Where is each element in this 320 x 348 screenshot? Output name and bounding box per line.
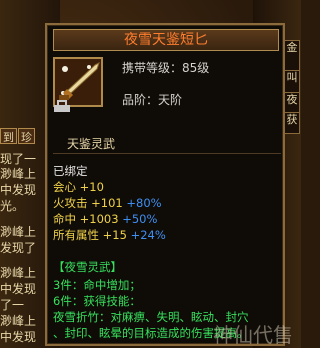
grade-value: 天阶 — [158, 93, 183, 107]
stat-base: +15 — [102, 228, 127, 242]
set-piece-3: 3件：命中增加； — [53, 277, 141, 293]
stat-row: 火攻击 +101 +80% — [53, 195, 162, 211]
right-tab-4[interactable]: 获 — [284, 112, 300, 134]
stat-row: 所有属性 +15 +24% — [53, 227, 166, 243]
stat-label: 所有属性 — [53, 228, 99, 242]
divider — [53, 153, 281, 154]
set-piece-effect: 获得技能： — [83, 294, 141, 308]
bg-line: 中发现 — [0, 282, 37, 296]
bg-line: 光。 — [0, 199, 25, 213]
set-piece-count: 3件： — [53, 278, 84, 292]
stat-bonus: +50% — [122, 212, 158, 226]
bg-line: 渺峰上 — [0, 266, 37, 280]
stat-bonus: +24% — [130, 228, 166, 242]
set-title: 天鉴灵武 — [67, 137, 116, 151]
bg-line: 发现了 — [0, 241, 37, 255]
right-tab-1[interactable]: 金 — [284, 40, 300, 72]
set-piece-count: 6件： — [53, 294, 84, 308]
bg-line: 渺峰上 — [0, 314, 37, 328]
stat-base: +1003 — [79, 212, 119, 226]
bound-lock-icon — [54, 100, 70, 112]
set-header: 【夜雪灵武】 — [53, 260, 122, 274]
bg-line: 中发现 — [0, 183, 37, 197]
grade-row: 品阶：天阶 — [122, 91, 182, 108]
set-piece-6: 6件：获得技能： — [53, 293, 141, 309]
item-title: 夜雪天鉴短匕 — [53, 29, 279, 51]
watermark-logo: 神仙代售 — [213, 323, 293, 347]
bg-line: 中发现 — [0, 330, 37, 344]
level-value: 85级 — [182, 61, 210, 75]
stat-base: +101 — [91, 196, 123, 210]
stat-row: 命中 +1003 +50% — [53, 211, 157, 227]
stat-label: 会心 — [53, 180, 76, 194]
stat-label: 命中 — [53, 212, 76, 226]
stat-bonus: +80% — [126, 196, 162, 210]
level-row: 携带等级：85级 — [122, 59, 209, 76]
set-piece-effect: 命中增加； — [83, 278, 141, 292]
left-tab-1[interactable]: 到 — [0, 128, 17, 144]
level-label: 携带等级： — [122, 61, 183, 75]
grade-label: 品阶： — [122, 93, 159, 107]
stat-base: +10 — [79, 180, 104, 194]
stat-row: 会心 +10 — [53, 179, 104, 195]
bound-status: 已绑定 — [53, 164, 88, 178]
item-tooltip: 夜雪天鉴短匕 携带等级：85级 品阶：天阶 天鉴灵武 已绑定 会心 +10 火攻… — [45, 23, 285, 346]
bg-line: 了一 — [0, 298, 25, 312]
right-tab-3[interactable]: 夜 — [284, 92, 300, 114]
bg-line: 渺峰上 — [0, 225, 37, 239]
left-tab-2[interactable]: 珍 — [18, 128, 35, 144]
stat-label: 火攻击 — [53, 196, 88, 210]
bg-line: 渺峰上 — [0, 167, 37, 181]
